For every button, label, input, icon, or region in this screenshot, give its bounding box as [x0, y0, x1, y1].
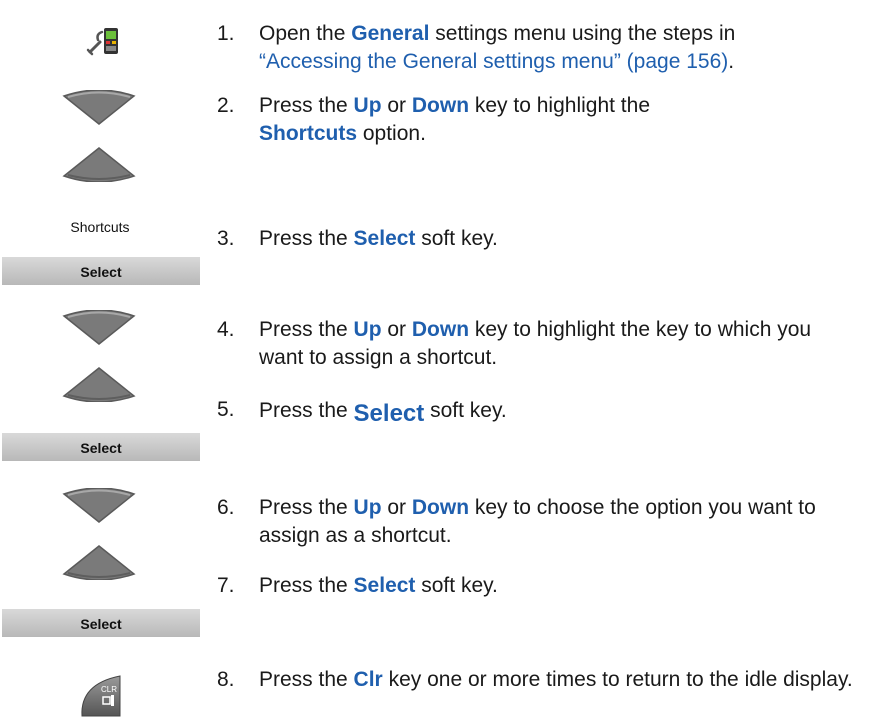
page-link[interactable]: “Accessing the General settings menu” (p… [259, 50, 728, 73]
step-text: Press the Select soft key. [259, 227, 498, 250]
step-text: Press the Clr key one or more times to r… [259, 668, 853, 691]
step-text: Open the General settings menu using the… [259, 22, 736, 73]
screen-title-shortcuts: Shortcuts [70, 219, 130, 235]
step-number: 4. [217, 318, 235, 341]
step-number: 6. [217, 496, 235, 519]
up-key-icon [62, 89, 136, 126]
step-text: Press the Select soft key. [259, 574, 498, 597]
step-text: Press the Up or Down key to choose the o… [259, 496, 816, 547]
select-softkey: Select [2, 257, 200, 285]
step-text: Press the Up or Down key to highlight th… [259, 94, 650, 145]
step-text: Press the Select soft key. [259, 399, 507, 427]
up-key-icon [62, 309, 136, 346]
select-softkey: Select [2, 433, 200, 461]
step-number: 8. [217, 668, 235, 691]
step-number: 1. [217, 22, 235, 45]
step-text: Press the Up or Down key to highlight th… [259, 318, 812, 369]
select-softkey: Select [2, 609, 200, 637]
step-number: 3. [217, 227, 235, 250]
clr-key-icon: CLR [76, 672, 124, 720]
clr-key-label: CLR [101, 685, 117, 694]
down-key-icon [62, 146, 136, 183]
step-number: 2. [217, 94, 235, 117]
up-key-icon [62, 487, 136, 524]
down-key-icon [62, 366, 136, 403]
step-number: 5. [217, 398, 235, 421]
step-number: 7. [217, 574, 235, 597]
down-key-icon [62, 544, 136, 581]
settings-icon [84, 22, 124, 62]
